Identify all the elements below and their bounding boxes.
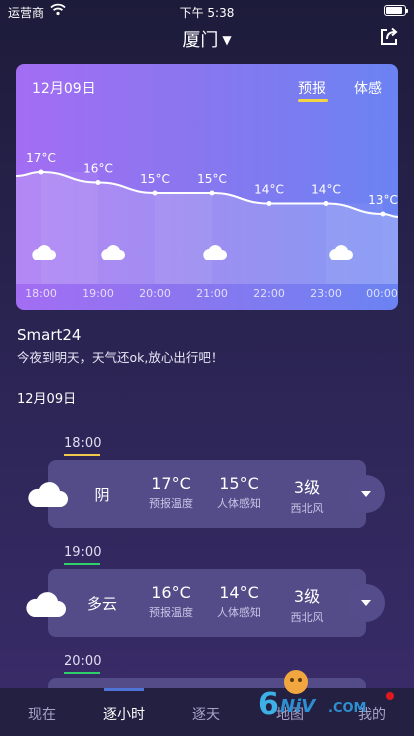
summary-title: Smart24 [17,326,82,344]
hour-label: 21:00 [196,287,228,300]
temperature-label: 15°C [197,172,227,186]
hourly-temperature-chart: 17°C 18:00 16°C 19:00 15°C 20:00 15°C 21:00 14°C… [16,151,398,300]
temperature-label: 15°C [140,172,170,186]
tab-forecast[interactable]: 预报 [298,78,326,98]
cloud-icon [28,482,69,507]
svg-text:6: 6 [258,687,279,720]
hour-label: 20:00 [139,287,171,300]
list-date: 12月09日 [17,392,77,407]
hour-band [383,214,398,284]
watermark-logo: 6 NiV .COM [258,670,394,720]
battery-icon [384,5,408,16]
expand-button[interactable] [347,475,385,513]
status-bar: 运营商 下午 5:38 [0,0,414,22]
city-selector[interactable]: 厦门 ▼ [0,26,414,52]
tab-daily[interactable]: 逐天 [176,704,236,724]
share-icon[interactable] [378,26,400,48]
feel-temp-value: 14°C [219,583,259,602]
temperature-point [95,180,101,185]
tab-feel[interactable]: 体感 [354,78,382,98]
hour-label: 22:00 [253,287,285,300]
hour-row[interactable]: 多云 16°C 预报温度 14°C 人体感知 3级 西北风 [48,569,366,637]
temperature-label: 14°C [311,183,341,197]
feel-temp: 15°C 人体感知 [204,474,274,511]
hour-label: 23:00 [310,287,342,300]
forecast-temp-value: 17°C [151,474,191,493]
hourly-forecast-card: 17°C 18:00 16°C 19:00 15°C 20:00 15°C 21:00 14°C… [16,64,398,310]
temperature-label: 16°C [83,162,113,176]
temperature-label: 17°C [26,151,56,165]
expand-button[interactable] [347,584,385,622]
feel-temp-label: 人体感知 [217,606,261,619]
forecast-temp-label: 预报温度 [149,497,193,510]
forecast-temp-label: 预报温度 [149,606,193,619]
forecast-temp: 17°C 预报温度 [136,474,206,511]
feel-temp-label: 人体感知 [217,497,261,510]
temperature-point [209,190,215,196]
temperature-point [380,211,386,217]
hour-band [41,172,98,284]
city-name: 厦门 [182,30,219,51]
hour-band [155,193,212,284]
hour-label: 00:00 [366,287,398,300]
feel-temp-value: 15°C [219,474,259,493]
forecast-temp: 16°C 预报温度 [136,583,206,620]
tab-selected-indicator [104,688,144,691]
temperature-label: 14°C [254,183,284,197]
hour-row[interactable]: 阴 17°C 预报温度 15°C 人体感知 3级 西北风 [48,460,366,528]
temperature-point [266,201,272,206]
chevron-down-icon: ▼ [222,33,232,47]
slot-time-indicator [64,563,100,565]
smart-summary: Smart24 今夜到明天，天气还ok,放心出行吧！ [17,326,223,366]
slot-time: 19:00 [64,545,102,560]
forecast-temp-value: 16°C [151,583,191,602]
slot-time-indicator [64,672,100,674]
wind-level: 3级 [293,478,321,497]
partly-cloudy-icon [26,592,67,617]
wind: 3级 西北风 [272,474,342,516]
wind-direction: 西北风 [290,502,324,515]
feel-temp: 14°C 人体感知 [204,583,274,620]
temperature-point [152,190,158,196]
tab-now[interactable]: 现在 [12,704,72,724]
wind-direction: 西北风 [290,611,324,624]
slot-time: 18:00 [64,436,102,451]
tab-hourly[interactable]: 逐小时 [94,704,154,724]
hour-label: 18:00 [25,287,57,300]
top-bar: 厦门 ▼ [0,24,414,52]
slot-time-indicator [64,454,100,456]
hour-label: 19:00 [82,287,114,300]
wind-level: 3级 [293,587,321,606]
clock: 下午 5:38 [179,6,235,20]
temperature-point [323,201,329,206]
summary-message: 今夜到明天，天气还ok,放心出行吧！ [17,350,224,365]
temperature-point [38,169,44,175]
hour-band [326,203,383,284]
slot-time: 20:00 [64,654,102,669]
card-date: 12月09日 [32,81,96,97]
temperature-label: 13°C [368,193,398,207]
svg-text:.COM: .COM [328,701,366,716]
svg-text:NiV: NiV [280,696,317,717]
tab-forecast-indicator [298,99,328,102]
wind: 3级 西北风 [272,583,342,625]
